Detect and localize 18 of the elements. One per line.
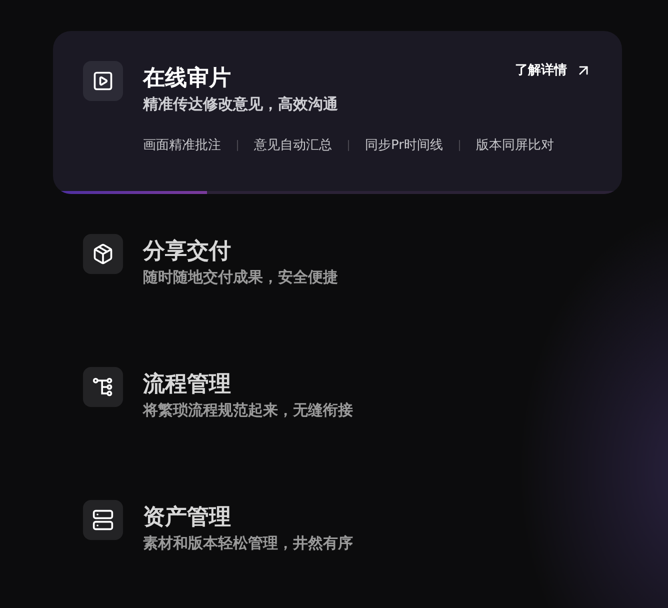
feature-subtitle: 随时随地交付成果，安全便捷 [143,267,338,287]
package-icon [92,243,114,265]
feature-subtitle: 将繁琐流程规范起来，无缝衔接 [143,400,353,420]
feature-tag: 同步Pr时间线 [365,136,443,154]
feature-title: 在线审片 [143,64,232,93]
feature-tag: 意见自动汇总 [254,136,332,154]
feature-title: 分享交付 [143,238,232,266]
feature-subtitle: 素材和版本轻松管理，井然有序 [143,533,353,553]
feature-tag: 版本同屏比对 [476,136,554,154]
feature-tag: 画面精准批注 [143,136,221,154]
feature-card[interactable]: 在线审片 精准传达修改意见，高效沟通 了解详情 画面精准批注 意见自动汇总 同步Pr时间线 版本同屏比对 [53,31,622,194]
play-icon [92,70,114,92]
feature-subtitle: 精准传达修改意见，高效沟通 [143,94,338,114]
feature-title: 流程管理 [143,370,232,399]
server-icon [92,509,114,531]
workflow-icon [92,376,114,398]
details-link[interactable]: 了解详情 [515,61,592,79]
feature-title: 资产管理 [143,504,232,532]
